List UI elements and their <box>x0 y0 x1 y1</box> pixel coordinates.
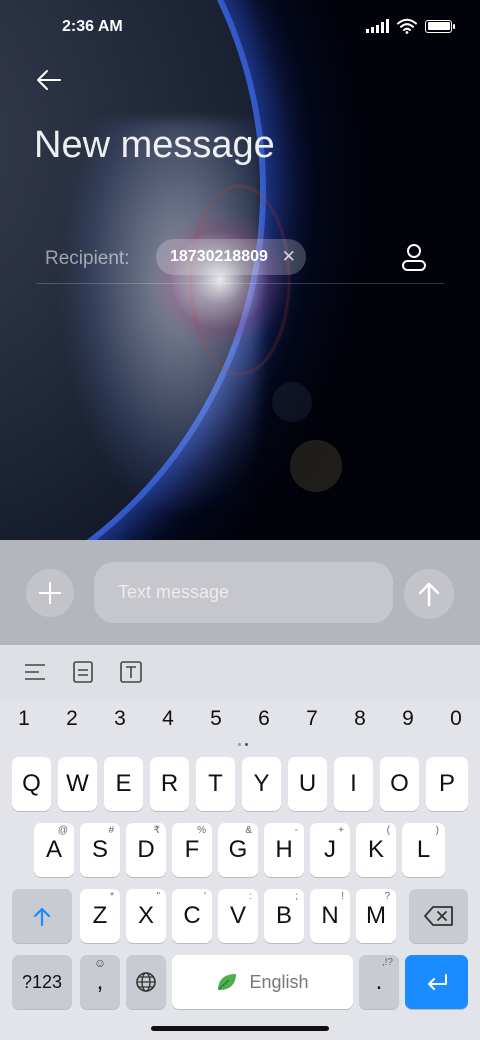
send-arrow-icon <box>418 582 440 607</box>
key-4[interactable]: 4 <box>144 707 192 731</box>
shift-key[interactable] <box>12 889 72 943</box>
key-2[interactable]: 2 <box>48 707 96 731</box>
key-z[interactable]: * Z <box>80 889 120 943</box>
recipient-field[interactable]: Recipient: 18730218809 ✕ <box>36 236 444 284</box>
lens-flare-dot <box>272 382 312 422</box>
key-5[interactable]: 5 <box>192 707 240 731</box>
back-button[interactable] <box>32 64 68 96</box>
number-row: 1 2 3 4 5 6 7 8 9 0 <box>0 707 480 739</box>
key-s[interactable]: # S <box>80 823 120 877</box>
recipient-label: Recipient: <box>45 248 130 269</box>
page-title: New message <box>34 124 275 166</box>
key-d[interactable]: ₹ D <box>126 823 166 877</box>
key-i[interactable]: I <box>334 757 373 811</box>
add-attachment-button[interactable] <box>26 569 74 617</box>
key-j[interactable]: + J <box>310 823 350 877</box>
key-e[interactable]: E <box>104 757 143 811</box>
menu-lines-icon[interactable] <box>22 659 48 685</box>
key-p[interactable]: P <box>426 757 468 811</box>
page-indicator <box>238 743 248 746</box>
status-icons <box>366 18 455 34</box>
globe-icon <box>136 972 156 992</box>
leaf-icon <box>218 974 237 990</box>
key-t[interactable]: T <box>196 757 235 811</box>
comma-key[interactable]: ☺ , <box>80 955 120 1009</box>
key-b[interactable]: ; B <box>264 889 304 943</box>
backspace-key[interactable] <box>409 889 468 943</box>
recipient-chip-value: 18730218809 <box>170 248 268 265</box>
language-key[interactable] <box>126 955 166 1009</box>
wifi-icon <box>397 18 417 34</box>
text-format-icon[interactable] <box>118 659 144 685</box>
contact-picker-button[interactable] <box>400 242 428 272</box>
key-y[interactable]: Y <box>242 757 281 811</box>
enter-key[interactable] <box>405 955 468 1009</box>
key-c[interactable]: ' C <box>172 889 212 943</box>
status-time: 2:36 AM <box>62 18 123 35</box>
key-n[interactable]: ! N <box>310 889 350 943</box>
lens-flare-dot <box>290 440 342 492</box>
key-w[interactable]: W <box>58 757 97 811</box>
key-1[interactable]: 1 <box>0 707 48 731</box>
key-3[interactable]: 3 <box>96 707 144 731</box>
key-k[interactable]: (K <box>356 823 396 877</box>
space-key[interactable]: English <box>172 955 353 1009</box>
clipboard-icon[interactable] <box>70 659 96 685</box>
key-f[interactable]: % F <box>172 823 212 877</box>
key-x[interactable]: " X <box>126 889 166 943</box>
symbols-key[interactable]: ?123 <box>12 955 72 1009</box>
compose-bar <box>0 540 480 645</box>
back-arrow-icon <box>37 70 61 90</box>
key-7[interactable]: 7 <box>288 707 336 731</box>
key-r[interactable]: R <box>150 757 189 811</box>
key-o[interactable]: O <box>380 757 419 811</box>
key-0[interactable]: 0 <box>432 707 480 731</box>
status-bar: 2:36 AM <box>0 14 480 42</box>
key-6[interactable]: 6 <box>240 707 288 731</box>
signal-icon <box>366 19 389 33</box>
key-g[interactable]: & G <box>218 823 258 877</box>
text-message-input[interactable] <box>94 562 393 623</box>
key-v[interactable]: :V <box>218 889 258 943</box>
emoji-hint: ☺ <box>93 956 107 970</box>
close-icon[interactable]: ✕ <box>282 239 296 275</box>
recipient-chip[interactable]: 18730218809 ✕ <box>156 239 306 275</box>
home-indicator[interactable] <box>151 1026 329 1031</box>
key-m[interactable]: ? M <box>356 889 396 943</box>
period-key[interactable]: ,!? . <box>359 955 399 1009</box>
battery-icon <box>425 19 455 33</box>
key-8[interactable]: 8 <box>336 707 384 731</box>
key-u[interactable]: U <box>288 757 327 811</box>
contact-icon <box>402 244 426 271</box>
keyboard: 1 2 3 4 5 6 7 8 9 0 Q W E R T Y U I O P … <box>0 645 480 1040</box>
shift-arrow-icon <box>33 907 51 927</box>
key-a[interactable]: @ A <box>34 823 74 877</box>
key-h[interactable]: -H <box>264 823 304 877</box>
key-9[interactable]: 9 <box>384 707 432 731</box>
keyboard-toolbar <box>0 645 480 701</box>
enter-icon <box>427 974 447 990</box>
send-button[interactable] <box>404 569 454 619</box>
backspace-icon <box>423 906 453 926</box>
key-l[interactable]: ) L <box>402 823 445 877</box>
key-q[interactable]: Q <box>12 757 51 811</box>
